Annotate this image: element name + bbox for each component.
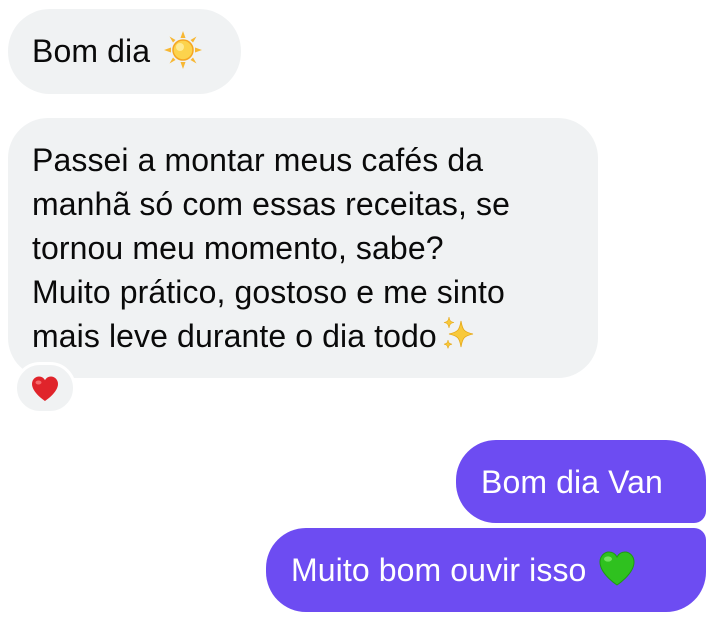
message-text-line: Passei a montar meus cafés da [32, 142, 484, 178]
message-text-line: tornou meu momento, sabe? [32, 230, 444, 266]
red-heart-icon [32, 376, 58, 401]
sun-icon [163, 30, 203, 70]
message-bubble-incoming[interactable]: Bom dia [8, 9, 241, 94]
message-text: Bom dia [32, 33, 151, 69]
message-text-line: Muito prático, gostoso e me sinto [32, 274, 505, 310]
message-bubble-incoming[interactable]: Passei a montar meus cafés da manhã só c… [8, 118, 598, 378]
message-text-line-last: mais leve durante o dia todo [32, 314, 598, 358]
message-text: Bom dia Van [481, 464, 663, 500]
message-text: Muito bom ouvir isso [291, 552, 587, 588]
green-heart-icon [597, 549, 637, 589]
message-bubble-outgoing[interactable]: Muito bom ouvir isso [266, 528, 706, 612]
message-text-line: manhã só com essas receitas, se [32, 186, 510, 222]
reaction-badge[interactable] [14, 362, 76, 414]
sparkles-icon [439, 315, 479, 355]
message-bubble-outgoing[interactable]: Bom dia Van [456, 440, 706, 523]
message-text: mais leve durante o dia todo [32, 318, 437, 354]
